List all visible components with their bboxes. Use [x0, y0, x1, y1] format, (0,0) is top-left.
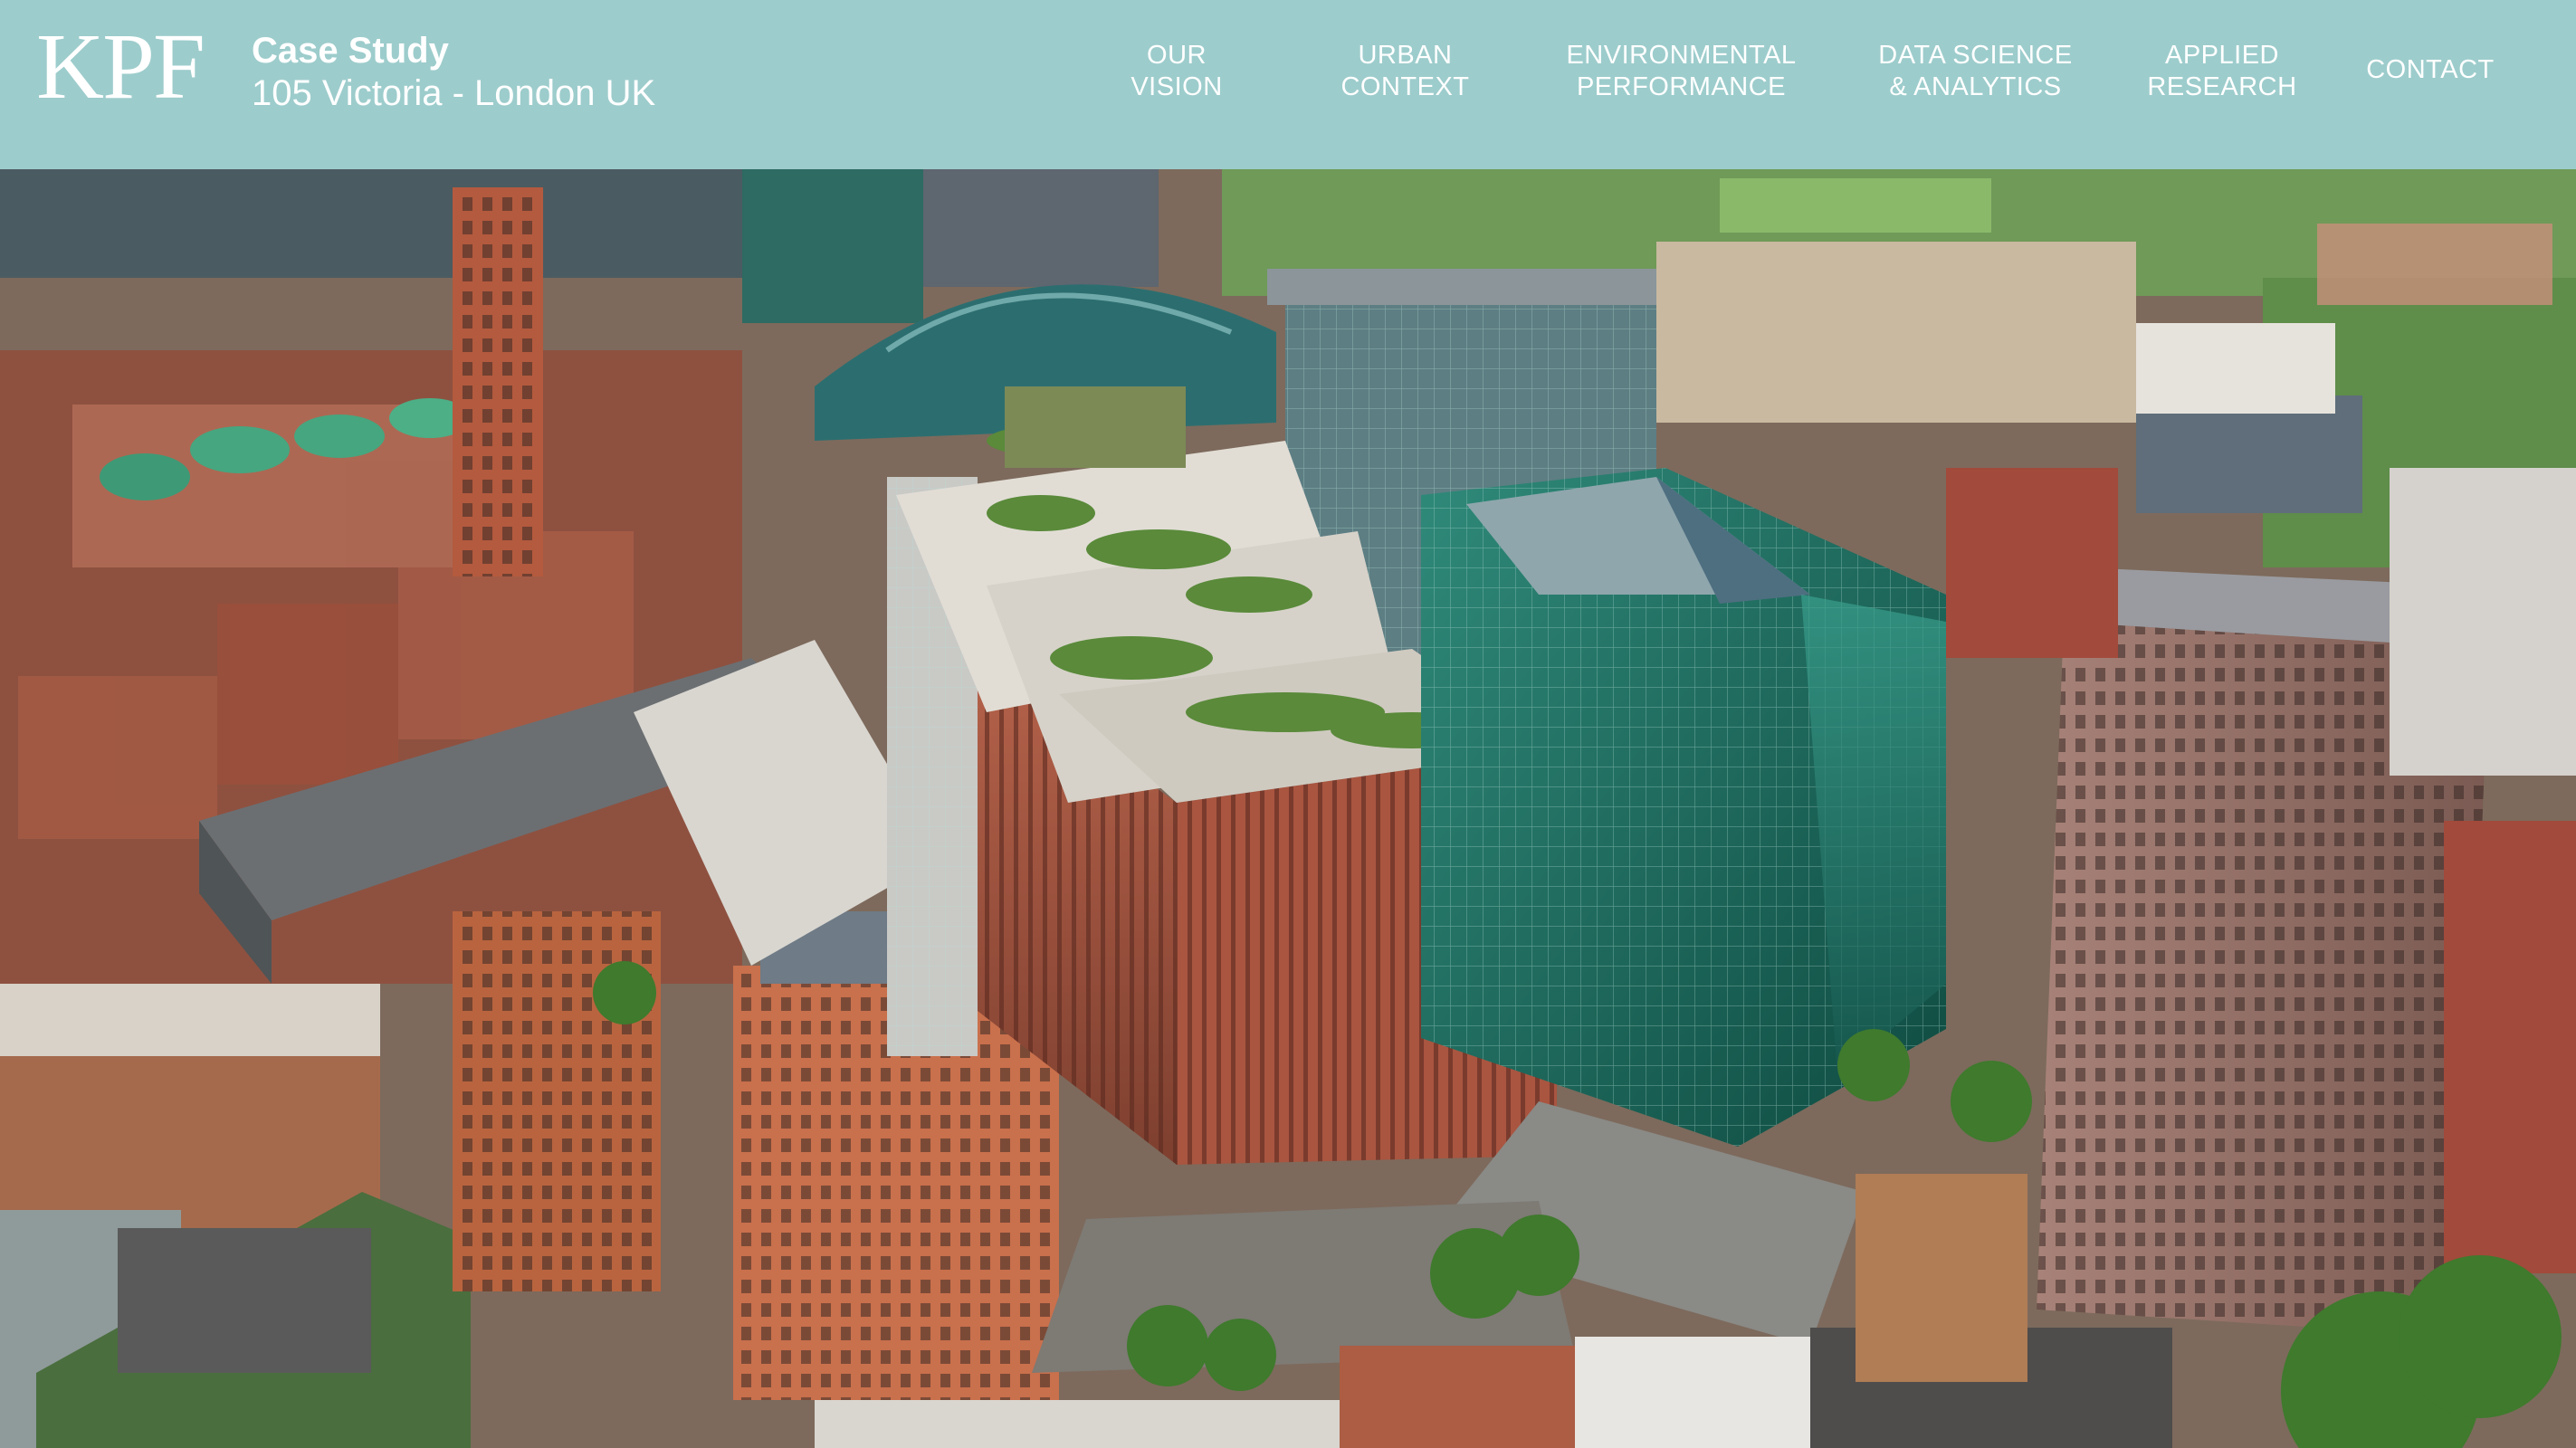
nav-label-line1: APPLIED — [2165, 41, 2279, 70]
aerial-city-illustration — [0, 169, 2576, 1448]
site-header: KPF Case Study 105 Victoria - London UK … — [0, 0, 2576, 169]
nav-our-vision[interactable]: OUR VISION — [1104, 40, 1249, 103]
nav-label-line2: VISION — [1131, 72, 1223, 101]
nav-label-line1: OUR — [1147, 41, 1207, 70]
nav-label-line2: RESEARCH — [2147, 72, 2297, 101]
nav-label-line1: URBAN — [1358, 41, 1453, 70]
nav-label-line2: CONTEXT — [1340, 72, 1470, 101]
case-study-label: Case Study — [252, 31, 449, 71]
nav-data-science-analytics[interactable]: DATA SCIENCE & ANALYTICS — [1878, 40, 2073, 103]
nav-urban-context[interactable]: URBAN CONTEXT — [1326, 40, 1484, 103]
project-title: 105 Victoria - London UK — [252, 73, 656, 113]
nav-label-line2: PERFORMANCE — [1576, 72, 1787, 101]
nav-label-line1: DATA SCIENCE — [1878, 41, 2073, 70]
nav-label-line1: ENVIRONMENTAL — [1566, 41, 1797, 70]
nav-label-line2: & ANALYTICS — [1889, 72, 2062, 101]
nav-label-line1: CONTACT — [2366, 55, 2495, 84]
nav-applied-research[interactable]: APPLIED RESEARCH — [2145, 40, 2299, 103]
nav-environmental-performance[interactable]: ENVIRONMENTAL PERFORMANCE — [1566, 40, 1797, 103]
kpf-logo[interactable]: KPF — [36, 20, 205, 114]
hero-aerial-image — [0, 169, 2576, 1448]
nav-contact[interactable]: CONTACT — [2358, 54, 2503, 86]
